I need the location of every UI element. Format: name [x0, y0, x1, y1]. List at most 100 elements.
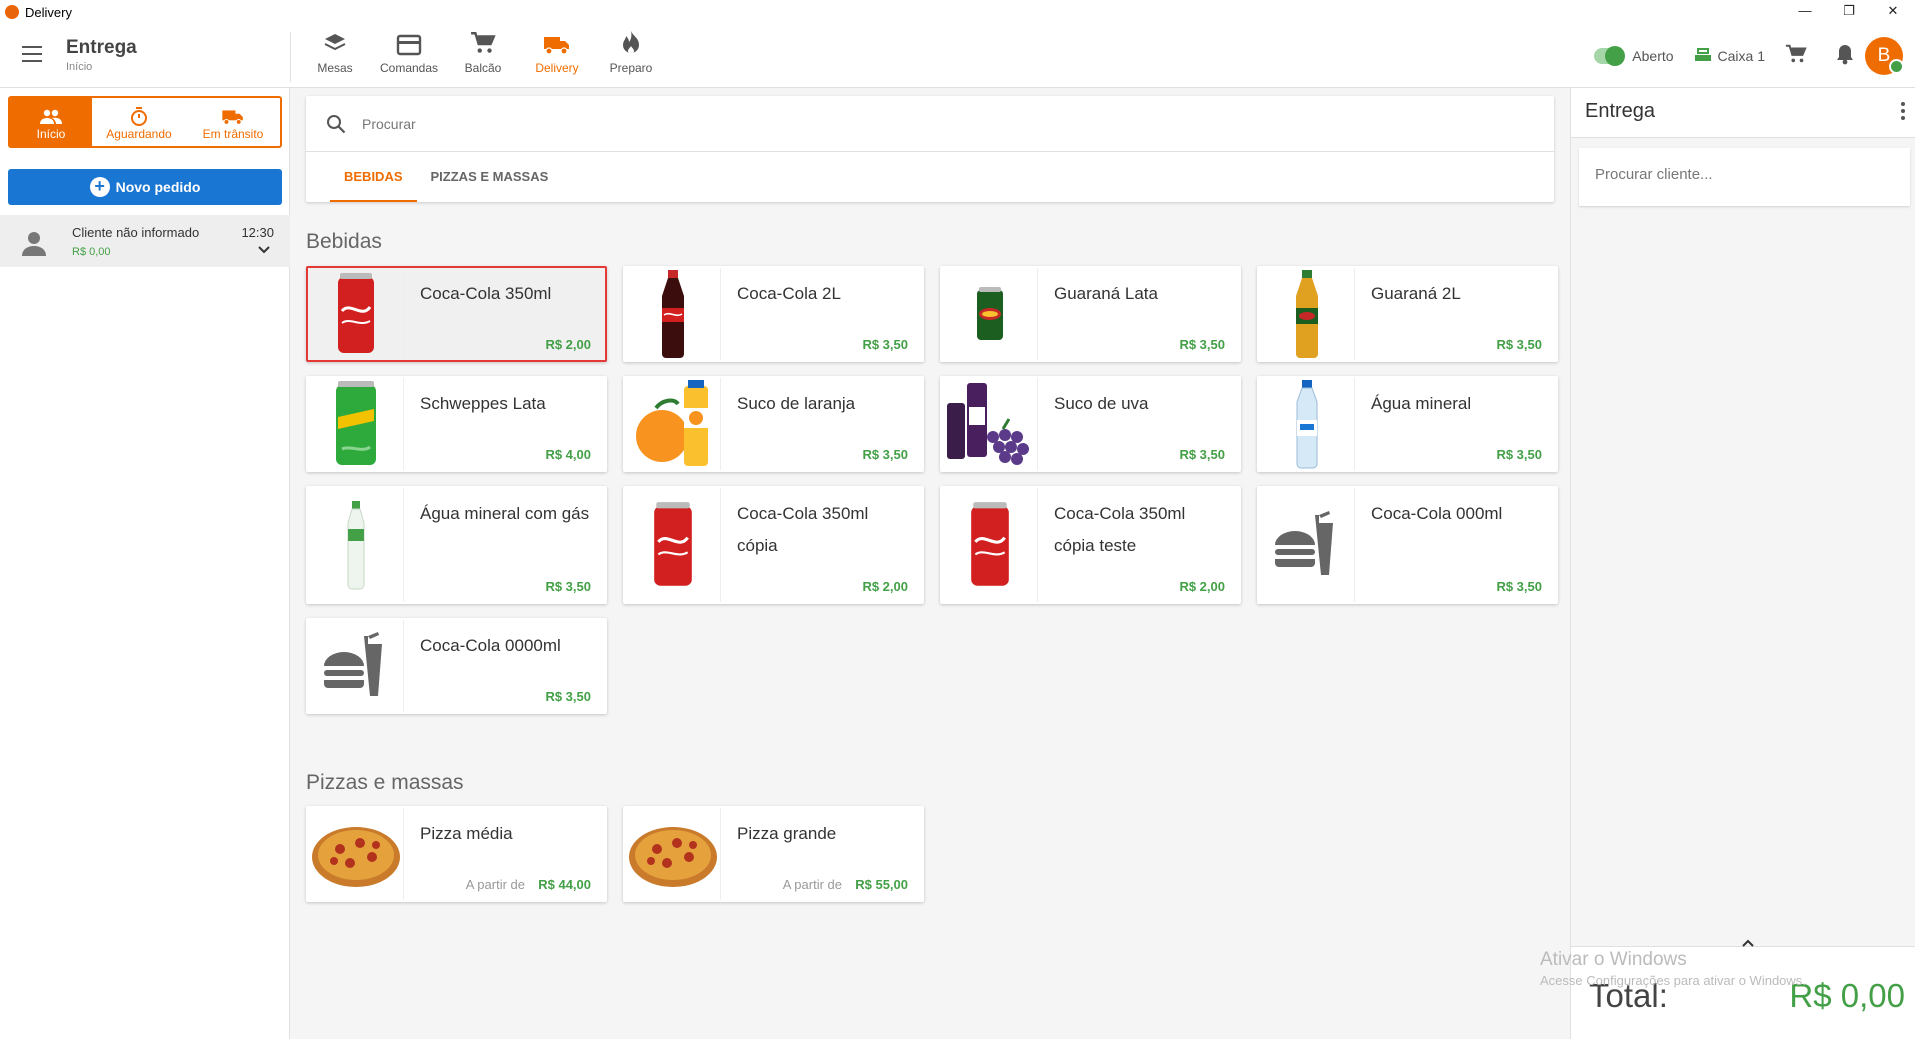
minimize-button[interactable]: —	[1783, 0, 1827, 24]
tab-inicio-label: Início	[36, 127, 66, 141]
product-catalog: BEBIDAS PIZZAS E MASSAS Bebidas Coca-Col…	[290, 88, 1570, 1039]
product-name: Coca-Cola 350ml cópia teste	[1054, 504, 1186, 555]
product-price: R$ 3,50	[545, 579, 591, 594]
order-time: 12:30	[241, 225, 274, 240]
price-prefix: A partir de	[465, 877, 525, 892]
search-input[interactable]	[362, 112, 1462, 136]
avatar-initial: B	[1877, 45, 1891, 66]
total-value: R$ 0,00	[1789, 977, 1905, 1014]
schweppes-can-image	[308, 378, 404, 470]
avatar[interactable]: B	[1865, 37, 1904, 75]
product-card[interactable]: Coca-Cola 2L R$ 3,50	[623, 266, 924, 362]
product-name: Coca-Cola 350ml	[420, 284, 552, 303]
tab-em-transito[interactable]: Em trânsito	[186, 98, 280, 146]
fire-icon	[594, 28, 668, 56]
close-button[interactable]: ✕	[1871, 0, 1915, 24]
product-card[interactable]: Guaraná 2L R$ 3,50	[1257, 266, 1558, 362]
product-price: R$ 3,50	[1496, 337, 1542, 352]
price-prefix: A partir de	[782, 877, 842, 892]
product-card[interactable]: Suco de uva R$ 3,50	[940, 376, 1241, 472]
product-price: R$ 3,50	[862, 447, 908, 462]
chevron-up-icon[interactable]	[1742, 935, 1754, 950]
client-search-input[interactable]	[1595, 166, 1885, 183]
product-price: R$ 3,50	[1179, 447, 1225, 462]
product-card[interactable]: Pizza grande A partir de R$ 55,00	[623, 806, 924, 902]
tab-inicio[interactable]: Início	[10, 98, 92, 146]
tab-bebidas[interactable]: BEBIDAS	[330, 152, 417, 202]
product-name: Suco de laranja	[737, 394, 856, 413]
product-card[interactable]: Schweppes Lata R$ 4,00	[306, 376, 607, 472]
coke-can-image	[942, 488, 1038, 602]
menu-icon[interactable]	[22, 46, 42, 62]
chevron-down-icon[interactable]	[258, 245, 270, 257]
product-name: Guaraná 2L	[1371, 284, 1461, 303]
product-name: Água mineral	[1371, 394, 1472, 413]
delivery-panel: Entrega Total: R$ 0,00	[1570, 88, 1915, 1039]
tab-aguardando[interactable]: Aguardando	[92, 98, 186, 146]
new-order-button[interactable]: + Novo pedido	[8, 169, 282, 205]
product-name: Água mineral com gás	[420, 504, 590, 523]
tab-aguardando-label: Aguardando	[106, 127, 172, 141]
panel-title: Entrega	[1585, 100, 1656, 122]
search-icon	[326, 114, 346, 139]
open-status-label: Aberto	[1632, 48, 1674, 64]
product-price: R$ 3,50	[862, 337, 908, 352]
section-title-pizzas: Pizzas e massas	[306, 771, 464, 794]
module-nav: Mesas Comandas Balcão Delivery Preparo	[298, 28, 668, 75]
product-card[interactable]: Coca-Cola 350ml R$ 2,00	[306, 266, 607, 362]
product-price: R$ 4,00	[545, 447, 591, 462]
client-search-field	[1579, 148, 1910, 206]
product-name: Coca-Cola 2L	[737, 284, 841, 303]
bebidas-grid: Coca-Cola 350ml R$ 2,00 Coca-Cola 2L R$ …	[306, 266, 1558, 714]
restore-button[interactable]: ❐	[1827, 0, 1871, 24]
open-status-toggle[interactable]	[1594, 46, 1626, 66]
guarana-bottle-image	[1259, 268, 1355, 360]
product-price: R$ 3,50	[1496, 447, 1542, 462]
plus-icon: +	[89, 177, 110, 197]
food-placeholder-icon	[308, 620, 404, 712]
product-card[interactable]: Pizza média A partir de R$ 44,00	[306, 806, 607, 902]
product-card[interactable]: Coca-Cola 350ml cópia teste R$ 2,00	[940, 486, 1241, 604]
product-card[interactable]: Coca-Cola 350ml cópia R$ 2,00	[623, 486, 924, 604]
pizzas-grid: Pizza média A partir de R$ 44,00 Pizza g…	[306, 806, 1558, 902]
product-card[interactable]: Guaraná Lata R$ 3,50	[940, 266, 1241, 362]
product-card[interactable]: Coca-Cola 000ml R$ 3,50	[1257, 486, 1558, 604]
pizza-image	[308, 808, 404, 900]
section-title-bebidas: Bebidas	[306, 230, 382, 253]
product-card[interactable]: Água mineral R$ 3,50	[1257, 376, 1558, 472]
product-card[interactable]: Suco de laranja R$ 3,50	[623, 376, 924, 472]
category-tabs: BEBIDAS PIZZAS E MASSAS	[330, 152, 562, 202]
new-order-label: Novo pedido	[115, 179, 201, 195]
water-bottle-image	[1259, 378, 1355, 470]
product-name: Coca-Cola 350ml cópia	[737, 504, 869, 555]
tab-pizzas-e-massas[interactable]: PIZZAS E MASSAS	[417, 152, 563, 202]
cashier-label[interactable]: Caixa 1	[1718, 48, 1765, 64]
product-card[interactable]: Água mineral com gás R$ 3,50	[306, 486, 607, 604]
product-price: R$ 2,00	[545, 337, 591, 352]
more-vert-icon[interactable]	[1901, 102, 1905, 123]
page-subtitle: Início	[66, 61, 93, 73]
product-name: Guaraná Lata	[1054, 284, 1158, 303]
product-price: R$ 44,00	[538, 877, 591, 892]
nav-preparo[interactable]: Preparo	[594, 28, 668, 75]
app-header: Entrega Início Mesas Comandas Balcão Del…	[0, 24, 1915, 88]
divider	[290, 32, 291, 82]
nav-balcao[interactable]: Balcão	[446, 28, 520, 75]
truck-icon	[186, 104, 280, 125]
sparkling-water-image	[308, 488, 404, 602]
list-item[interactable]: Cliente não informado 12:30 R$ 0,00	[0, 215, 290, 267]
product-price: R$ 2,00	[862, 579, 908, 594]
nav-comandas[interactable]: Comandas	[372, 28, 446, 75]
activation-watermark-title: Ativar o Windows	[1540, 949, 1687, 970]
nav-mesas[interactable]: Mesas	[298, 28, 372, 75]
grape-juice-image	[942, 378, 1038, 470]
activation-watermark-text: Acesse Configurações para ativar o Windo…	[1540, 973, 1806, 988]
nav-delivery-label: Delivery	[535, 61, 579, 75]
app-logo-icon	[5, 5, 19, 19]
cart-icon[interactable]	[1785, 43, 1807, 70]
nav-delivery[interactable]: Delivery	[520, 28, 594, 75]
window-title: Delivery	[25, 4, 72, 20]
order-status-tabs: Início Aguardando Em trânsito	[8, 96, 282, 148]
notifications-icon[interactable]	[1835, 43, 1855, 70]
product-card[interactable]: Coca-Cola 0000ml R$ 3,50	[306, 618, 607, 714]
